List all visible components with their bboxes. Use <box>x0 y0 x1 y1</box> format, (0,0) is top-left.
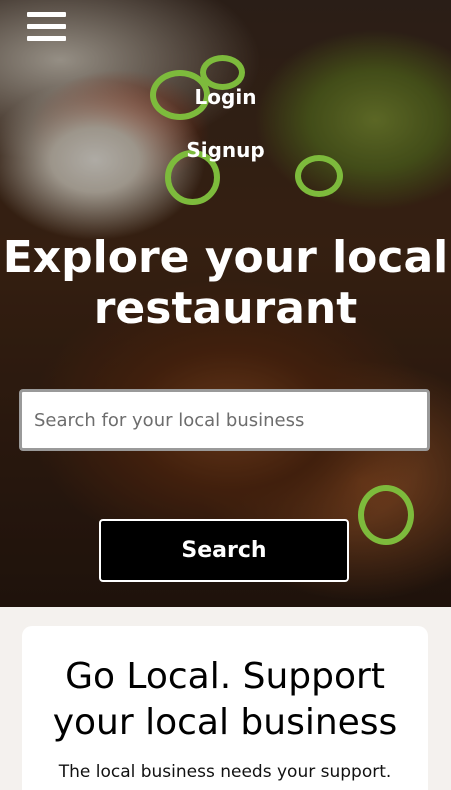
business-search-input[interactable] <box>19 389 430 451</box>
menu-bar <box>27 36 66 41</box>
menu-bar <box>27 24 66 29</box>
card-text: The local business needs your support. <box>58 762 392 782</box>
headline-line-2: restaurant <box>93 283 358 334</box>
card-title-line-2: your local business <box>52 702 398 743</box>
login-link[interactable]: Login <box>0 85 451 109</box>
search-button[interactable]: Search <box>99 519 349 582</box>
signup-link[interactable]: Signup <box>0 138 451 162</box>
headline-line-1: Explore your local <box>2 232 449 283</box>
hamburger-menu-icon[interactable] <box>27 12 66 42</box>
card-title-line-1: Go Local. Support <box>65 656 385 697</box>
card-title: Go Local. Support your local business <box>22 654 428 746</box>
scallion-decor <box>358 485 414 545</box>
menu-bar <box>27 12 66 17</box>
page-headline: Explore your local restaurant <box>0 232 451 334</box>
info-card: Go Local. Support your local business Th… <box>22 626 428 790</box>
